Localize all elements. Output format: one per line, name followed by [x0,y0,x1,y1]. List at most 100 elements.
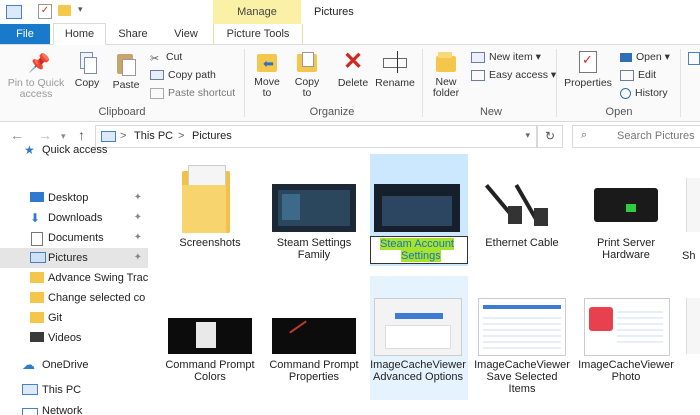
move-to-label: Move to [254,76,280,99]
edit-icon [620,69,634,81]
paste-shortcut-button[interactable]: Paste shortcut [150,87,235,99]
new-item-button[interactable]: New item ▾ [471,51,541,63]
move-to-icon: ⬅ [255,50,279,74]
pin-icon: 📌 [28,53,51,73]
copy-path-button[interactable]: Copy path [150,69,216,81]
nav-network[interactable]: Network [0,404,148,415]
nav-this-pc[interactable]: This PC [0,380,148,400]
nav-quick-access[interactable]: ★ Quick access [0,140,148,160]
nav-onedrive-label: OneDrive [42,359,89,371]
nav-item-label: Downloads [48,212,103,224]
thumbnail-image[interactable] [168,318,252,354]
file-label[interactable]: Sh [682,250,700,262]
pin-icon[interactable]: ✦ [134,208,142,228]
checkmark-icon[interactable]: ✓ [38,4,52,19]
nav-item-folder[interactable]: Advance Swing Trac [0,268,148,288]
file-label[interactable]: ImageCacheViewer Advanced Options [370,359,466,383]
copy-to-button[interactable]: Copy to [289,50,325,99]
tab-share[interactable]: Share [110,24,156,44]
pin-icon[interactable]: ✦ [134,228,142,248]
rename-button[interactable]: Rename [374,50,416,89]
history-icon [620,87,631,99]
file-label[interactable]: Command Prompt Properties [266,359,362,383]
thumbnail-image[interactable] [478,298,566,356]
delete-x-icon: ✕ [342,48,364,75]
new-folder-quick-icon[interactable] [58,5,71,16]
copy-label: Copy [74,77,100,89]
delete-button[interactable]: ✕ Delete [333,50,373,89]
file-label[interactable]: Screenshots [162,237,258,249]
thumbnail-image[interactable] [272,184,356,232]
nav-item-desktop[interactable]: Desktop ✦ [0,188,148,208]
select-icon[interactable] [688,52,700,65]
cut-button[interactable]: ✂ Cut [150,51,182,65]
nav-onedrive[interactable]: ☁ OneDrive [0,355,148,375]
nav-item-documents[interactable]: Documents ✦ [0,228,148,248]
edit-button[interactable]: Edit [620,69,656,81]
separator [244,49,245,117]
manage-context-tab[interactable]: Manage [213,0,301,24]
dropdown-arrow-icon: ▾ [661,51,670,63]
new-item-label: New item [489,51,533,63]
history-button[interactable]: History [620,87,668,99]
thumbnail-image[interactable] [272,318,356,354]
thumbnail-image[interactable] [686,178,700,232]
file-label[interactable]: Ethernet Cable [474,237,570,249]
new-folder-label: New folder [432,76,460,99]
nav-item-label: Git [48,312,63,324]
rename-label: Rename [375,77,415,89]
thumbnail-image[interactable] [374,298,462,356]
file-label[interactable]: Command Prompt Colors [162,359,258,383]
thumbnail-image[interactable] [584,298,670,356]
refresh-icon: ↻ [545,129,556,143]
manage-label: Manage [237,6,277,18]
copy-to-label: Copy to [294,76,320,99]
address-bar[interactable]: > This PC > Pictures ▾ [95,125,537,148]
quick-access-dropdown-icon[interactable]: ▾ [78,4,83,15]
rename-textbox[interactable]: Steam Account Settings [370,236,468,264]
open-button[interactable]: Open ▾ [620,51,670,63]
nav-item-git[interactable]: Git [0,308,148,328]
pin-label: Pin to Quick access [7,77,65,100]
breadcrumb-sep-icon[interactable]: > [178,130,184,142]
pin-quick-access-button[interactable]: 📌 Pin to Quick access [4,52,68,100]
nav-item-label: Desktop [48,192,89,204]
search-field[interactable]: ⌕ Search Pictures [572,125,700,148]
screenshots-folder-icon[interactable] [182,163,230,233]
thumbnail-image[interactable] [374,184,460,232]
copy-button[interactable]: Copy [70,52,104,89]
nav-item-videos[interactable]: Videos [0,328,148,348]
file-label[interactable]: ImageCacheViewer Save Selected Items [474,359,570,395]
file-label[interactable]: ImageCacheViewer Photo [578,359,674,383]
thumbnail-image[interactable] [584,178,668,232]
breadcrumb-pictures[interactable]: Pictures [192,130,232,142]
thumbnail-image[interactable] [478,178,564,232]
tab-view[interactable]: View [162,24,210,44]
organize-group-label: Organize [309,106,355,118]
nav-item-downloads[interactable]: ⬇ Downloads ✦ [0,208,148,228]
tab-picture-tools[interactable]: Picture Tools [213,24,303,44]
scissors-icon: ✂ [150,52,160,65]
properties-button[interactable]: ✓ Properties [560,50,616,89]
refresh-button[interactable]: ↻ [537,125,563,148]
thumbnail-image[interactable] [686,298,700,354]
paste-button[interactable]: Paste [108,52,144,91]
move-to-button[interactable]: ⬅ Move to [249,50,285,99]
pin-icon[interactable]: ✦ [134,248,142,268]
nav-item-pictures[interactable]: Pictures ✦ [0,248,148,268]
easy-access-button[interactable]: Easy access ▾ [471,69,556,81]
edit-label: Edit [638,69,657,81]
file-label[interactable]: Steam Settings Family [266,237,362,261]
search-icon: ⌕ [581,129,588,141]
open-group-label: Open [605,106,633,118]
new-folder-button[interactable]: New folder [426,50,466,99]
tab-file[interactable]: File [0,24,50,44]
easy-access-icon [471,69,485,81]
separator [422,49,423,117]
address-dropdown-icon[interactable]: ▾ [525,130,530,141]
pin-icon[interactable]: ✦ [134,188,142,208]
file-label[interactable]: Print Server Hardware [578,237,674,261]
tab-home[interactable]: Home [53,23,106,45]
nav-item-folder[interactable]: Change selected co [0,288,148,308]
documents-icon [31,232,43,246]
